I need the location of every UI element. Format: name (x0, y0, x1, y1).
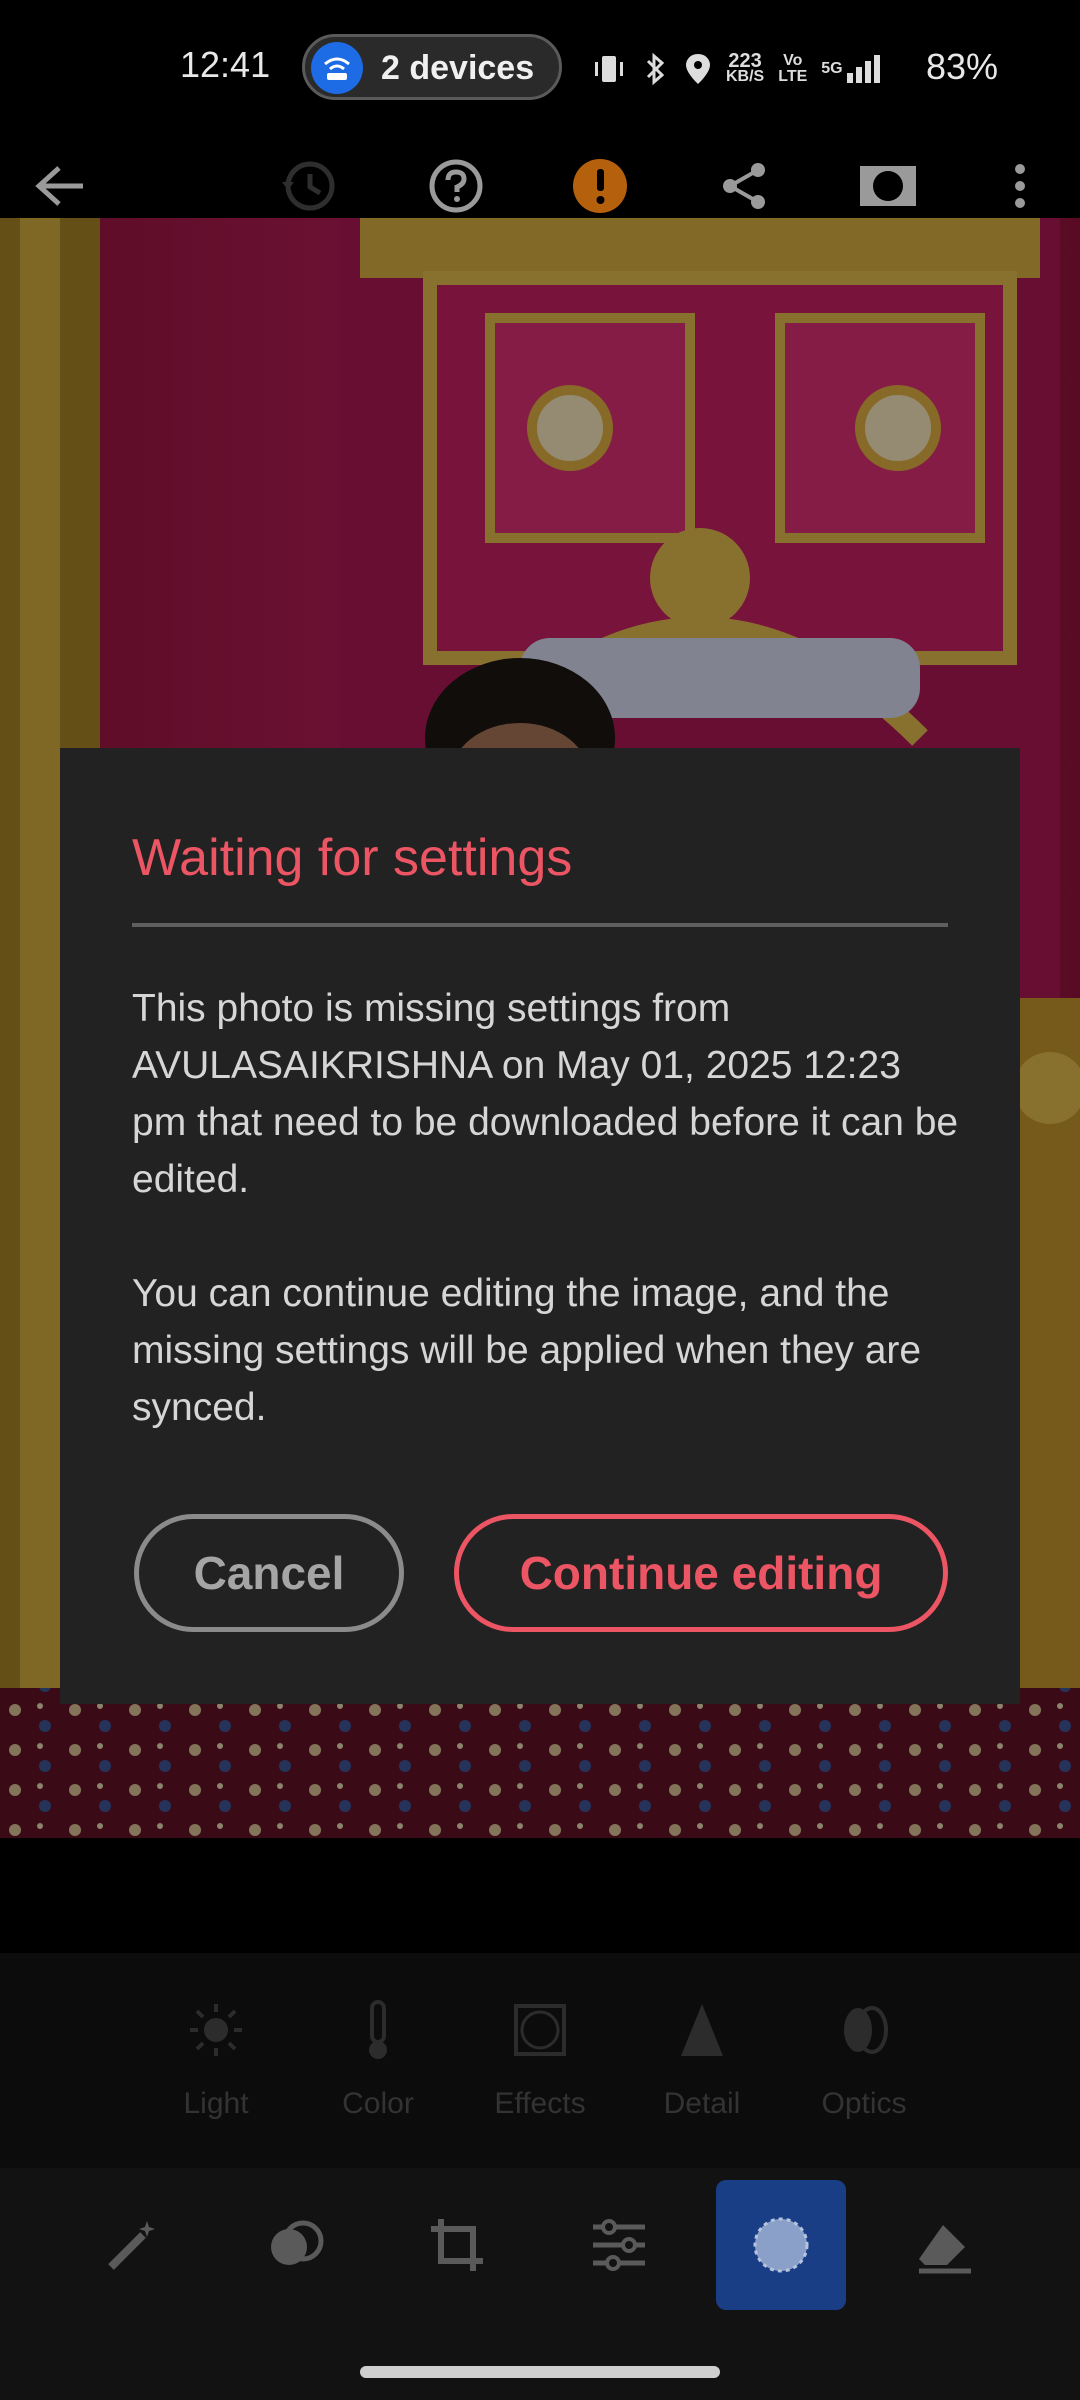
warning-icon[interactable] (570, 156, 630, 216)
cancel-button[interactable]: Cancel (134, 1514, 404, 1632)
tab-effects-label: Effects (494, 2087, 586, 2120)
hotspot-chip[interactable]: 2 devices (302, 34, 562, 100)
dialog-divider (132, 923, 948, 927)
waiting-for-settings-dialog: Waiting for settings This photo is missi… (60, 748, 1020, 1704)
system-icons: 223 KB/S Vo LTE 5G (592, 44, 881, 94)
signal-icon: 5G (821, 53, 880, 85)
crop-icon[interactable] (392, 2180, 522, 2310)
tab-detail[interactable]: Detail (622, 1995, 782, 2121)
tab-color[interactable]: Color (298, 1995, 458, 2121)
tab-light-label: Light (183, 2087, 249, 2120)
dialog-paragraph-1: This photo is missing settings from AVUL… (132, 987, 959, 1201)
history-icon[interactable] (278, 156, 338, 216)
magic-wand-icon[interactable] (68, 2180, 198, 2310)
lens-icon (784, 1995, 944, 2065)
hotspot-icon (311, 42, 363, 94)
battery-percent: 83% (925, 46, 998, 87)
vignette-icon (460, 1995, 620, 2065)
share-icon[interactable] (714, 156, 774, 216)
sun-icon (136, 1995, 296, 2065)
adjust-sliders-icon[interactable] (554, 2180, 684, 2310)
tab-detail-label: Detail (663, 2087, 741, 2120)
more-vert-icon[interactable] (990, 156, 1050, 216)
dialog-title: Waiting for settings (132, 829, 573, 887)
thermometer-icon (298, 1995, 458, 2065)
hotspot-label: 2 devices (381, 49, 535, 87)
bluetooth-icon (640, 52, 670, 86)
back-arrow-icon[interactable] (30, 156, 90, 216)
masking-icon[interactable] (716, 2180, 846, 2310)
app-toolbar (0, 140, 1080, 220)
status-time: 12:41 (180, 44, 271, 85)
help-icon[interactable] (426, 156, 486, 216)
network-speed: 223 KB/S (726, 50, 765, 85)
tab-optics-label: Optics (821, 2087, 907, 2120)
dialog-paragraph-2: You can continue editing the image, and … (132, 1272, 922, 1429)
eraser-icon[interactable] (880, 2180, 1010, 2310)
volte-indicator: Vo LTE (778, 52, 808, 85)
location-icon (684, 52, 712, 86)
dialog-message: This photo is missing settings from AVUL… (132, 980, 962, 1493)
vibrate-icon (592, 52, 626, 86)
triangle-icon (622, 1995, 782, 2065)
tab-color-label: Color (342, 2087, 414, 2120)
tab-effects[interactable]: Effects (460, 1995, 620, 2121)
tab-optics[interactable]: Optics (784, 1995, 944, 2121)
presets-icon[interactable] (230, 2180, 360, 2310)
mask-icon[interactable] (858, 156, 918, 216)
continue-editing-button[interactable]: Continue editing (454, 1514, 948, 1632)
tab-light[interactable]: Light (136, 1995, 296, 2121)
home-indicator[interactable] (360, 2366, 720, 2378)
